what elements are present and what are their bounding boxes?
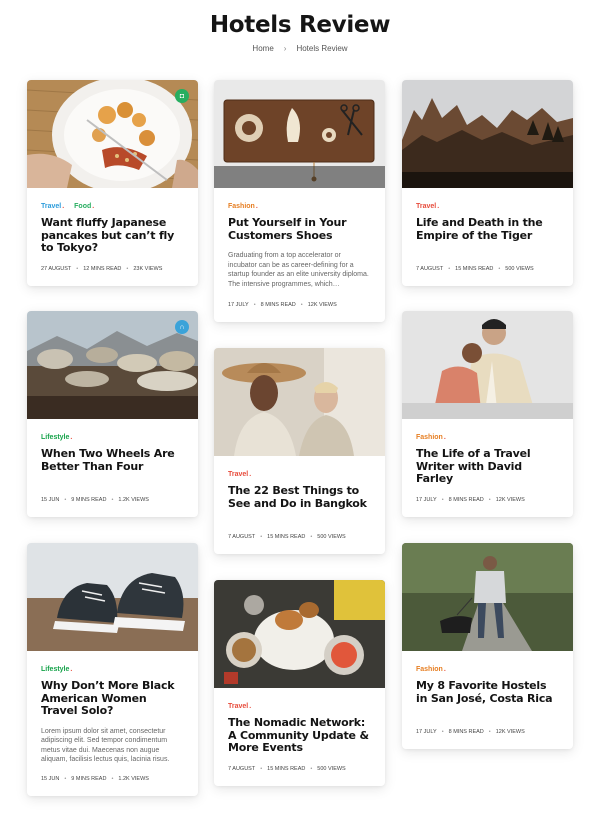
article-read-time: 8 MINS READ (260, 302, 296, 308)
category-fashion-link[interactable]: Fashion. (228, 203, 258, 210)
article-title-link[interactable]: When Two Wheels Are Better Than Four (41, 447, 184, 473)
article-image-food-spread[interactable] (214, 580, 385, 688)
category-travel-link[interactable]: Travel. (228, 703, 251, 710)
article-image-dog-walk[interactable] (402, 543, 573, 651)
article-date: 15 JUN (41, 497, 60, 503)
category-lifestyle-link[interactable]: Lifestyle. (41, 666, 72, 673)
article-categories: Travel. Food. (41, 202, 184, 212)
article-title-link[interactable]: The Nomadic Network: A Community Update … (228, 716, 371, 755)
article-categories: Travel. (228, 702, 371, 712)
article-title-link[interactable]: Put Yourself in Your Customers Shoes (228, 216, 371, 242)
article-title-link[interactable]: The 22 Best Things to See and Do in Bang… (228, 484, 371, 510)
article-views: 12K VIEWS (307, 302, 337, 308)
article-categories: Lifestyle. (41, 665, 184, 675)
article-image-sneakers[interactable] (27, 543, 198, 651)
article-title-link[interactable]: My 8 Favorite Hostels in San José, Costa… (416, 679, 559, 705)
article-read-time: 15 MINS READ (267, 766, 306, 772)
category-fashion-link[interactable]: Fashion. (416, 666, 446, 673)
article-title-link[interactable]: Why Don’t More Black American Women Trav… (41, 679, 184, 718)
article-categories: Travel. (228, 470, 371, 480)
article-date: 27 AUGUST (41, 266, 72, 272)
article-card[interactable]: Fashion. The Life of a Travel Writer wit… (402, 311, 573, 517)
article-views: 1.2K VIEWS (118, 497, 149, 503)
article-date: 15 JUN (41, 776, 60, 782)
article-views: 500 VIEWS (317, 534, 346, 540)
article-read-time: 15 MINS READ (455, 266, 494, 272)
article-meta: 15 JUN • 9 MINS READ • 1.2K VIEWS (41, 776, 149, 782)
article-read-time: 12 MINS READ (83, 266, 122, 272)
article-views: 23K VIEWS (133, 266, 163, 272)
article-meta: 17 JULY • 8 MINS READ • 12K VIEWS (228, 302, 337, 308)
breadcrumb-current: Hotels Review (296, 44, 348, 53)
article-image-seals[interactable]: ∩ (27, 311, 198, 419)
article-title-link[interactable]: Want fluffy Japanese pancakes but can’t … (41, 216, 184, 255)
category-travel-link[interactable]: Travel. (416, 203, 439, 210)
category-travel-link[interactable]: Travel. (228, 471, 251, 478)
article-categories: Lifestyle. (41, 433, 184, 443)
article-card[interactable]: Lifestyle. Why Don’t More Black American… (27, 543, 198, 796)
article-date: 17 JULY (228, 302, 249, 308)
breadcrumb-separator-icon: › (283, 44, 287, 53)
article-image-cliffs[interactable] (402, 80, 573, 188)
article-read-time: 15 MINS READ (267, 534, 306, 540)
article-read-time: 8 MINS READ (448, 729, 484, 735)
article-meta: 27 AUGUST • 12 MINS READ • 23K VIEWS (41, 266, 163, 272)
article-image-tools[interactable] (214, 80, 385, 188)
article-title-link[interactable]: Life and Death in the Empire of the Tige… (416, 216, 559, 242)
article-excerpt: Graduating from a top accelerator or inc… (228, 252, 369, 288)
article-image-couple[interactable] (214, 348, 385, 456)
article-meta: 17 JULY • 8 MINS READ • 12K VIEWS (416, 729, 525, 735)
article-card[interactable]: ◘ Travel. Food. Want fluffy Japanese pan… (27, 80, 198, 286)
camera-icon: ◘ (175, 89, 189, 103)
article-date: 7 AUGUST (228, 534, 256, 540)
article-card[interactable]: Fashion. Put Yourself in Your Customers … (214, 80, 385, 322)
article-image-writer[interactable] (402, 311, 573, 419)
article-read-time: 9 MINS READ (71, 497, 107, 503)
article-categories: Fashion. (416, 665, 559, 675)
article-date: 17 JULY (416, 729, 437, 735)
article-card[interactable]: Travel. Life and Death in the Empire of … (402, 80, 573, 286)
article-image-pancakes[interactable]: ◘ (27, 80, 198, 188)
article-views: 500 VIEWS (317, 766, 346, 772)
article-read-time: 8 MINS READ (448, 497, 484, 503)
article-meta: 17 JULY • 8 MINS READ • 12K VIEWS (416, 497, 525, 503)
article-views: 1.2K VIEWS (118, 776, 149, 782)
category-food-link[interactable]: Food. (74, 203, 94, 210)
article-categories: Fashion. (416, 433, 559, 443)
article-card[interactable]: Fashion. My 8 Favorite Hostels in San Jo… (402, 543, 573, 749)
article-excerpt: Lorem ipsum dolor sit amet, consectetur … (41, 727, 170, 764)
article-views: 12K VIEWS (495, 729, 525, 735)
article-views: 12K VIEWS (495, 497, 525, 503)
article-meta: 15 JUN • 9 MINS READ • 1.2K VIEWS (41, 497, 149, 503)
article-views: 500 VIEWS (505, 266, 534, 272)
breadcrumb-home-link[interactable]: Home (252, 44, 273, 53)
article-card[interactable]: ∩ Lifestyle. When Two Wheels Are Better … (27, 311, 198, 517)
article-categories: Fashion. (228, 202, 371, 212)
article-title-link[interactable]: The Life of a Travel Writer with David F… (416, 447, 559, 486)
article-date: 7 AUGUST (416, 266, 444, 272)
article-card[interactable]: Travel. The Nomadic Network: A Community… (214, 580, 385, 786)
category-fashion-link[interactable]: Fashion. (416, 434, 446, 441)
article-meta: 7 AUGUST • 15 MINS READ • 500 VIEWS (228, 534, 346, 540)
article-meta: 7 AUGUST • 15 MINS READ • 500 VIEWS (416, 266, 534, 272)
headphones-icon: ∩ (175, 320, 189, 334)
page-title: Hotels Review (209, 12, 391, 38)
article-categories: Travel. (416, 202, 559, 212)
article-card[interactable]: Travel. The 22 Best Things to See and Do… (214, 348, 385, 554)
article-read-time: 9 MINS READ (71, 776, 107, 782)
breadcrumb: Home › Hotels Review (0, 44, 600, 53)
article-date: 17 JULY (416, 497, 437, 503)
category-travel-link[interactable]: Travel. (41, 203, 64, 210)
category-lifestyle-link[interactable]: Lifestyle. (41, 434, 72, 441)
article-date: 7 AUGUST (228, 766, 256, 772)
article-meta: 7 AUGUST • 15 MINS READ • 500 VIEWS (228, 766, 346, 772)
